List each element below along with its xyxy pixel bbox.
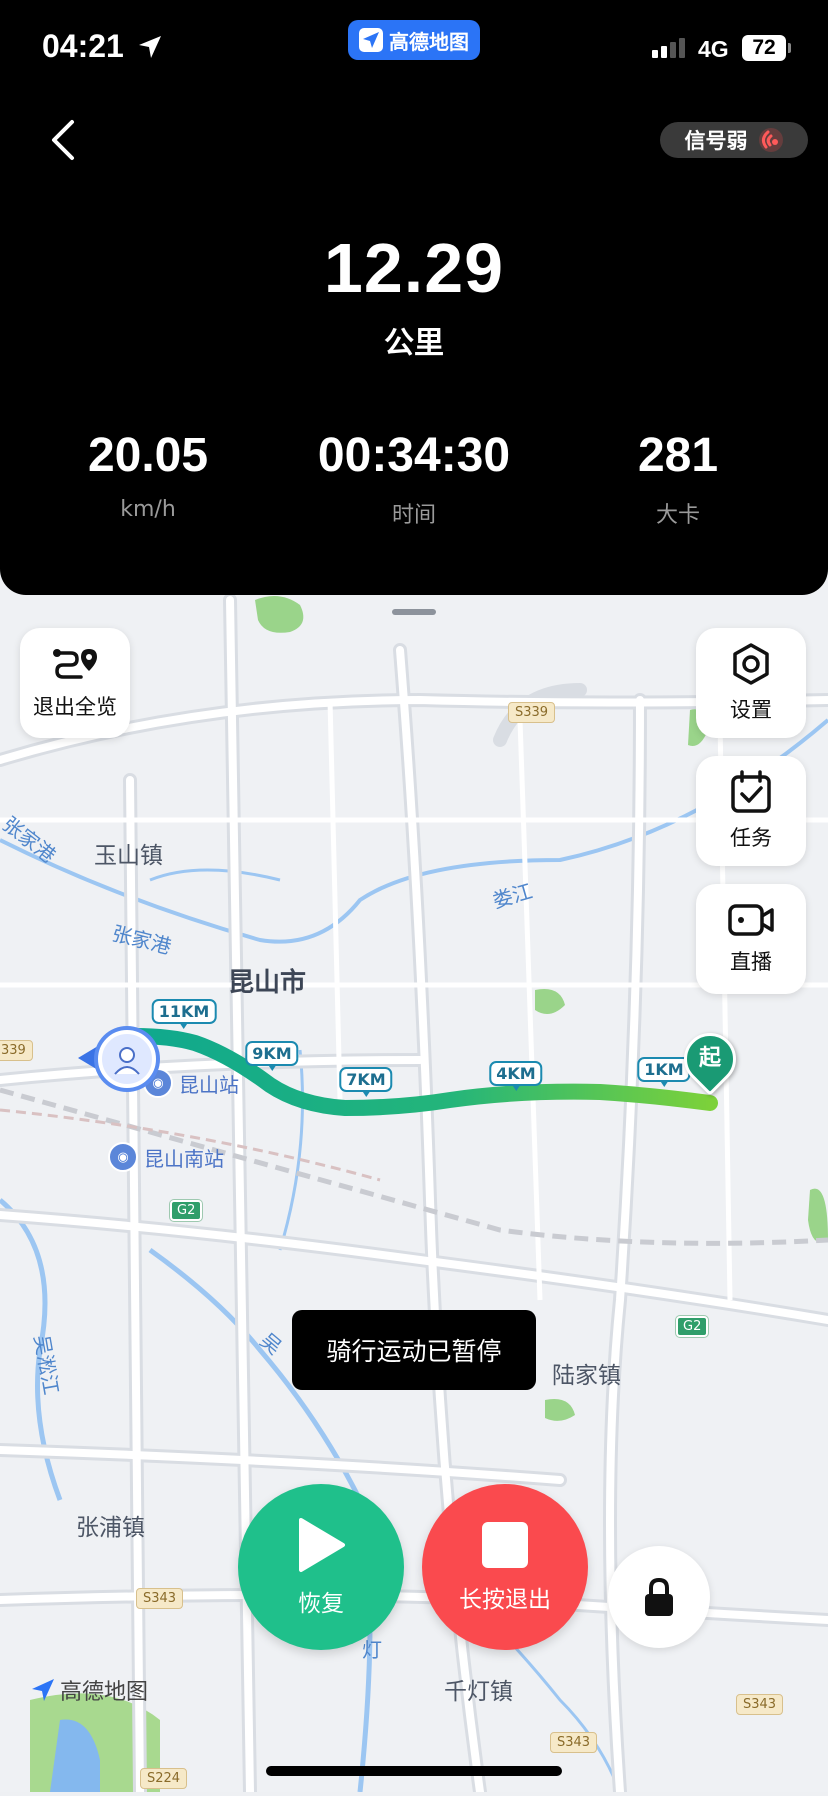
battery-icon: 72 (742, 35, 791, 61)
distance-value: 12.29 (323, 229, 505, 307)
amap-logo-icon (359, 28, 383, 52)
watermark-label: 高德地图 (60, 1680, 149, 1705)
highway-badge: G2 (676, 1316, 709, 1337)
speed-label: km/h (120, 497, 176, 522)
resume-button[interactable]: 恢复 (238, 1484, 404, 1650)
water-label: 灯 (362, 1638, 382, 1662)
km-marker: 11KM (151, 999, 217, 1029)
km-marker: 7KM (339, 1067, 393, 1097)
route-overview-icon (53, 649, 97, 679)
cellular-signal-icon (652, 38, 685, 58)
paused-toast: 骑行运动已暂停 (292, 1310, 536, 1390)
road-badge: S339 (508, 702, 556, 723)
play-icon (299, 1518, 345, 1572)
app-chip-label: 高德地图 (389, 29, 469, 54)
calories-value: 281 (637, 429, 719, 482)
km-marker: 4KM (489, 1061, 543, 1091)
highway-badge: G2 (170, 1200, 203, 1221)
speed-stat: 20.05 km/h (18, 428, 278, 522)
settings-button[interactable]: 设置 (696, 628, 806, 738)
settings-label: 设置 (730, 698, 772, 722)
gear-icon (733, 643, 769, 685)
duration-label: 时间 (391, 503, 436, 528)
ride-stats-panel: 04:21 高德地图 4G 72 信号弱 12.29 公里 20.05 km/h… (0, 0, 828, 595)
network-type: 4G (698, 36, 729, 62)
place-label: 千灯镇 (444, 1679, 513, 1705)
app-return-chip[interactable]: 高德地图 (348, 20, 480, 60)
km-marker: 9KM (245, 1041, 299, 1071)
back-button[interactable] (40, 112, 84, 168)
amap-watermark: 高德地图 (30, 1674, 148, 1706)
station-label: 昆山站 (179, 1072, 239, 1097)
lock-icon (645, 1577, 673, 1616)
status-bar: 04:21 高德地图 4G 72 (0, 0, 828, 100)
amap-logo-icon (32, 1679, 54, 1701)
speed-value: 20.05 (87, 429, 209, 482)
weak-signal-icon (758, 128, 783, 152)
road-badge: 339 (0, 1040, 33, 1061)
station-kunshan-south[interactable]: ◉ 昆山南站 (108, 1142, 224, 1172)
exit-overview-button[interactable]: 退出全览 (20, 628, 130, 738)
place-label: 玉山镇 (94, 843, 163, 869)
panel-drag-handle[interactable] (392, 609, 436, 615)
heading-arrow-icon (78, 1046, 98, 1070)
distance-unit: 公里 (384, 326, 444, 361)
calories-stat: 281 大卡 (548, 428, 808, 529)
start-pin-label: 起 (698, 1046, 721, 1071)
live-button[interactable]: 直播 (696, 884, 806, 994)
road-badge: S343 (736, 1694, 784, 1715)
resume-label: 恢复 (298, 1591, 344, 1617)
duration-value: 00:34:30 (317, 429, 511, 482)
home-indicator[interactable] (266, 1766, 562, 1776)
station-kunshan[interactable]: ◉ 昆山站 (143, 1068, 239, 1098)
duration-stat: 00:34:30 时间 (284, 428, 544, 529)
location-arrow-icon (139, 36, 161, 58)
place-label: 陆家镇 (552, 1363, 621, 1389)
road-badge: S343 (550, 1732, 598, 1753)
train-station-icon: ◉ (108, 1142, 138, 1172)
gps-signal-status[interactable]: 信号弱 (660, 122, 808, 158)
calories-label: 大卡 (655, 503, 700, 528)
calendar-check-icon (731, 770, 771, 813)
lock-screen-button[interactable] (608, 1546, 710, 1648)
place-label: 张浦镇 (76, 1515, 145, 1541)
live-label: 直播 (730, 950, 772, 974)
video-camera-icon (728, 904, 774, 936)
user-location-avatar[interactable] (98, 1030, 156, 1088)
long-press-exit-button[interactable]: 长按退出 (422, 1484, 588, 1650)
stop-icon (482, 1522, 528, 1568)
tasks-button[interactable]: 任务 (696, 756, 806, 866)
exit-label: 长按退出 (459, 1587, 551, 1613)
chevron-left-icon (52, 120, 74, 160)
user-avatar-icon (114, 1047, 140, 1075)
road-badge: S343 (136, 1588, 184, 1609)
status-time: 04:21 (42, 28, 124, 64)
exit-overview-label: 退出全览 (33, 695, 117, 719)
place-label: 昆山市 (228, 968, 307, 998)
tasks-label: 任务 (730, 826, 772, 850)
station-label: 昆山南站 (144, 1146, 224, 1171)
road-badge: S224 (140, 1768, 188, 1789)
signal-status-label: 信号弱 (684, 129, 748, 153)
